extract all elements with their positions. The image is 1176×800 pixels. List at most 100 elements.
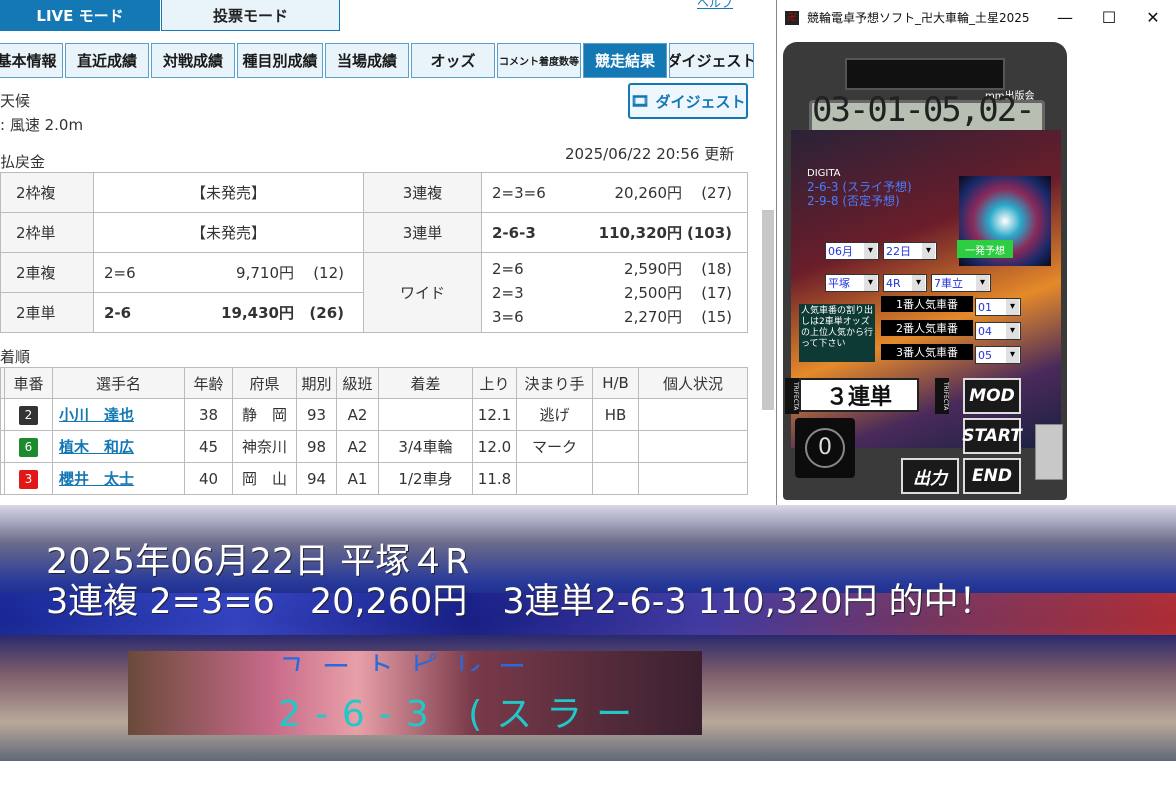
trifecta-label-left: TRIFECTA <box>785 378 799 414</box>
day-select[interactable]: 22日 <box>883 242 937 260</box>
venue-select[interactable]: 平塚 <box>825 274 879 292</box>
rider-prefecture: 岡 山 <box>232 462 297 495</box>
rider-term: 98 <box>296 430 337 463</box>
solar-panel <box>845 58 1005 90</box>
rider-status <box>638 462 748 495</box>
winning-technique: 逃げ <box>516 398 593 431</box>
rider-class: A2 <box>336 430 379 463</box>
trifecta-label-right: TRIFECTA <box>935 378 949 414</box>
help-link[interactable]: ヘルプ <box>697 0 733 11</box>
order-heading: 着順 <box>0 348 31 366</box>
rider-status <box>638 398 748 431</box>
payout-value: 【未発売】 <box>93 172 364 213</box>
banner-line-2: 3連複 2=3=6 20,260円 3連単2-6-3 110,320円 的中！ <box>46 582 994 622</box>
window-title: 競輪電卓予想ソフト_卍大車輪_土星2025 <box>807 11 1030 25</box>
tab-vote-mode[interactable]: 投票モード <box>161 0 340 31</box>
rider-name-link[interactable]: 植木 和広 <box>52 430 185 463</box>
tab-event-results[interactable]: 種目別成績 <box>237 43 323 78</box>
payout-label: ワイド <box>363 252 482 333</box>
wind-info: : 風速 2.0m <box>0 116 84 134</box>
bet-type-display: ３連単 <box>799 378 919 412</box>
col-header: 選手名 <box>52 367 185 399</box>
thumbnail-text-1: ユートピレー <box>278 650 543 671</box>
table-row: 2枠単 【未発売】 3連単 2-6-3 110,320円 (103) <box>0 212 748 253</box>
rank3-label: 3番人気車番 <box>881 344 973 360</box>
updated-time: 2025/06/22 20:56 更新 <box>565 145 735 163</box>
rider-age: 38 <box>184 398 233 431</box>
end-button[interactable]: END <box>963 458 1021 494</box>
tab-head-to-head[interactable]: 対戦成績 <box>151 43 235 78</box>
weather-label: 天候 <box>0 92 31 110</box>
car-number-badge: 2 <box>19 405 38 425</box>
start-button[interactable]: START <box>962 418 1022 454</box>
race-select[interactable]: 4R <box>883 274 927 292</box>
month-select[interactable]: 06月 <box>825 242 879 260</box>
digest-button-label: ダイジェスト <box>655 92 746 111</box>
payout-value: 2=6 2,590円 (18) 2=3 2,500円 (17) 3=6 2,270円 (15… <box>481 252 748 333</box>
film-icon: 🎞 <box>630 92 650 110</box>
tab-venue-results[interactable]: 当場成績 <box>325 43 409 78</box>
col-header: H/B <box>592 367 639 399</box>
table-row: 2枠複 【未発売】 3連複 2=3=6 20,260円 (27) <box>0 172 748 213</box>
maximize-button[interactable]: ☐ <box>1087 0 1131 35</box>
hb-mark <box>592 462 639 495</box>
finish-margin: 3/4車輪 <box>378 430 473 463</box>
last-lap-time: 12.0 <box>472 430 517 463</box>
payout-label: 2車単 <box>0 292 94 333</box>
tab-live-mode[interactable]: LIVE モード <box>0 0 160 31</box>
finish-margin <box>378 398 473 431</box>
payout-value: 2=3=6 20,260円 (27) <box>481 172 748 213</box>
keirin-calculator-window: 卍 競輪電卓予想ソフト_卍大車輪_土星2025 — ☐ ✕ mm出版会 03-0… <box>776 0 1176 505</box>
output-button[interactable]: 出力 <box>901 458 959 494</box>
rider-name-link[interactable]: 小川 達也 <box>52 398 185 431</box>
payout-label: 2枠単 <box>0 212 94 253</box>
tab-basic-info[interactable]: 基本情報 <box>0 43 63 78</box>
table-row: 2 小川 達也 38 静 岡 93 A2 12.1 逃げ HB <box>0 398 748 431</box>
hb-mark <box>592 430 639 463</box>
rank2-select[interactable]: 04 <box>975 322 1021 340</box>
last-lap-time: 11.8 <box>472 462 517 495</box>
payout-value: 2=6 9,710円 (12) <box>93 252 364 293</box>
col-header: 個人状況 <box>638 367 748 399</box>
col-header: 車番 <box>4 367 53 399</box>
rider-name-link[interactable]: 櫻井 太士 <box>52 462 185 495</box>
digest-button[interactable]: 🎞 ダイジェスト <box>628 83 748 119</box>
payout-label: 3連複 <box>363 172 482 213</box>
tab-race-result[interactable]: 競走結果 <box>583 43 667 78</box>
minimize-button[interactable]: — <box>1043 0 1087 35</box>
one-shot-predict-button[interactable]: 一発予想 <box>957 240 1013 258</box>
payout-value: 2-6-3 110,320円 (103) <box>481 212 748 253</box>
dial-icon: 0 <box>795 418 855 478</box>
payout-value: 【未発売】 <box>93 212 364 253</box>
car-number-badge: 3 <box>19 469 38 489</box>
finish-margin: 1/2車身 <box>378 462 473 495</box>
tab-odds[interactable]: オッズ <box>411 43 495 78</box>
tab-recent-results[interactable]: 直近成績 <box>65 43 149 78</box>
mod-button[interactable]: MOD <box>963 378 1021 414</box>
table-row: 6 植木 和広 45 神奈川 98 A2 3/4車輪 12.0 マーク <box>0 430 748 463</box>
tab-comments[interactable]: コメント着度数等 <box>497 43 581 78</box>
winning-technique: マーク <box>516 430 593 463</box>
payout-label: 2枠複 <box>0 172 94 213</box>
rank1-select[interactable]: 01 <box>975 298 1021 316</box>
statue-image <box>1035 424 1063 480</box>
car-number-badge: 6 <box>19 437 38 457</box>
rider-class: A1 <box>336 462 379 495</box>
race-info-nav: 基本情報 直近成績 対戦成績 種目別成績 当場成績 オッズ コメント着度数等 競… <box>0 43 754 78</box>
col-header: 期別 <box>296 367 337 399</box>
tab-digest[interactable]: ダイジェスト <box>669 43 754 78</box>
race-result-page: LIVE モード 投票モード ヘルプ 基本情報 直近成績 対戦成績 種目別成績 … <box>0 0 776 505</box>
close-button[interactable]: ✕ <box>1131 0 1175 35</box>
col-header: 年齢 <box>184 367 233 399</box>
banner-thumbnail: ユートピレー 2-6-3 (スラー <box>128 650 702 735</box>
instruction-note: 人気車番の割り出しは2車単オッズの上位人気から行って下さい <box>799 304 875 362</box>
rider-prefecture: 神奈川 <box>232 430 297 463</box>
rider-age: 40 <box>184 462 233 495</box>
hb-mark: HB <box>592 398 639 431</box>
rank2-label: 2番人気車番 <box>881 320 973 336</box>
field-size-select[interactable]: 7車立 <box>931 274 991 292</box>
payout-value: 2-6 19,430円 (26) <box>93 292 364 333</box>
rank3-select[interactable]: 05 <box>975 346 1021 364</box>
rider-term: 93 <box>296 398 337 431</box>
page-scrollbar[interactable] <box>762 210 774 410</box>
